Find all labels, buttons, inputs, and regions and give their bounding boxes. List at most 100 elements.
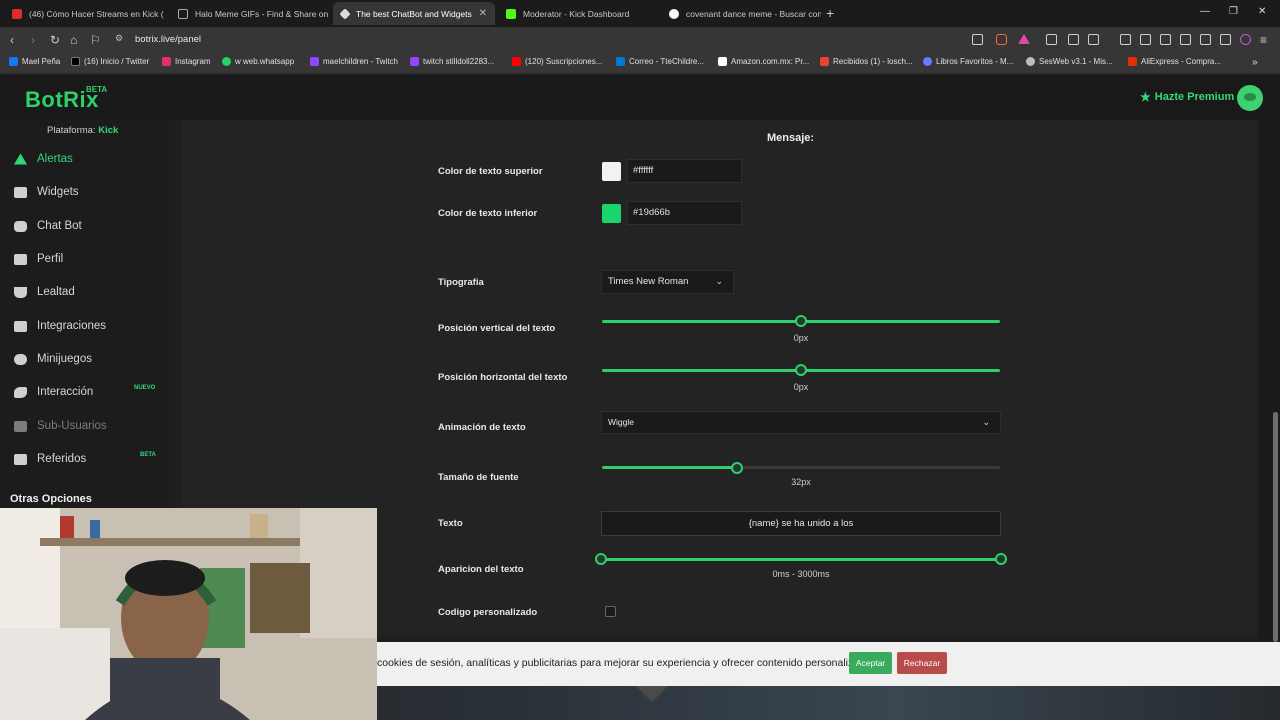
vpn-icon[interactable] [1220, 34, 1231, 45]
bookmark-item[interactable]: (16) Inicio / Twitter [71, 57, 149, 66]
bookmark-item[interactable]: Correo - TteChildre... [616, 57, 704, 66]
browser-tab-kick[interactable]: Moderator - Kick Dashboard [498, 2, 658, 25]
browser-tab-halo[interactable]: Halo Meme GIFs - Find & Share on G [170, 2, 330, 25]
text-label: Texto [438, 518, 463, 529]
brave-rewards-icon[interactable] [1018, 34, 1030, 44]
sidebar-item-label: Integraciones [37, 320, 107, 332]
hpos-label: Posición horizontal del texto [438, 372, 568, 383]
bookmark-label: Mael Peña [22, 57, 61, 66]
bottom-color-input[interactable]: #19d66b [627, 201, 742, 225]
sidebar-icon[interactable] [1160, 34, 1171, 45]
vpos-label: Posición vertical del texto [438, 323, 556, 334]
animation-select[interactable]: Wiggle ⌄ [601, 411, 1001, 434]
accept-button[interactable]: Aceptar [849, 652, 892, 674]
sidebar-item-widgets[interactable]: Widgets [14, 186, 79, 198]
brave-shield-icon[interactable] [996, 34, 1007, 45]
appear-range-start-handle[interactable] [595, 553, 607, 565]
bookmark-icon[interactable]: ⚐ [90, 33, 101, 47]
download-icon[interactable] [1120, 34, 1131, 45]
back-icon[interactable]: ‹ [10, 33, 14, 47]
sidebar-item-alertas[interactable]: Alertas [14, 153, 73, 165]
extensions-icon[interactable] [1068, 34, 1079, 45]
bookmark-label: twitch stilldoll2283... [423, 57, 495, 66]
browser-tab-botrix[interactable]: The best ChatBot and Widgets fo ✕ [333, 2, 495, 25]
bookmark-item[interactable]: AliExpress - Compra... [1128, 57, 1221, 66]
reject-button[interactable]: Rechazar [897, 652, 947, 674]
new-tab-button[interactable]: + [826, 5, 834, 21]
browser-address-bar: ‹ › ↻ ⌂ ⚐ ⚙ botrix.live/panel ≡ [0, 27, 1280, 53]
url-field[interactable]: ⚙ botrix.live/panel [105, 30, 1035, 50]
bookmark-label: Correo - TteChildre... [629, 57, 704, 66]
sidebar-item-label: Perfil [37, 253, 64, 265]
sidebar-item-minijuegos[interactable]: Minijuegos [14, 353, 92, 365]
bottom-color-swatch[interactable] [602, 204, 621, 223]
hpos-slider-handle[interactable] [795, 364, 807, 376]
more-bookmarks-icon[interactable]: » [1252, 57, 1258, 68]
bookmark-item[interactable]: Libros Favoritos - M... [923, 57, 1013, 66]
close-window-icon[interactable]: ✕ [1258, 6, 1266, 17]
avatar[interactable] [1237, 85, 1263, 111]
url-text: botrix.live/panel [135, 34, 202, 45]
bookmark-item[interactable]: Amazon.com.mx: Pr... [718, 57, 809, 66]
sidebar-item-sub-usuarios[interactable]: Sub-Usuarios [14, 420, 107, 432]
home-icon[interactable]: ⌂ [70, 33, 77, 47]
globe-icon [1026, 57, 1035, 66]
sidebar-item-label: Alertas [37, 153, 73, 165]
bookmarks-bar: Mael Peña (16) Inicio / Twitter Instagra… [0, 53, 1280, 74]
font-size-slider-track[interactable] [602, 466, 738, 469]
bookmark-label: w web.whatsapp [235, 57, 295, 66]
profile-icon[interactable] [1240, 34, 1251, 45]
forward-icon[interactable]: › [31, 33, 35, 47]
chevron-down-icon: ⌄ [715, 276, 723, 286]
sidebar-item-referidos[interactable]: Referidos [14, 453, 86, 465]
sidebar-item-perfil[interactable]: Perfil [14, 253, 63, 265]
reload-icon[interactable]: ↻ [50, 33, 60, 47]
vpos-slider-handle[interactable] [795, 315, 807, 327]
platform-indicator: Plataforma: Kick [47, 125, 118, 136]
instagram-icon [162, 57, 171, 66]
share-icon[interactable] [972, 34, 983, 45]
sidebar-item-chatbot[interactable]: Chat Bot [14, 220, 82, 232]
font-select[interactable]: Times New Roman ⌄ [601, 270, 734, 294]
premium-button[interactable]: ★ Hazte Premium [1140, 90, 1234, 104]
custom-code-checkbox[interactable] [605, 606, 616, 617]
aliexpress-icon [1128, 57, 1137, 66]
minimize-icon[interactable]: — [1200, 6, 1210, 17]
appear-range-track[interactable] [601, 558, 1001, 561]
browser-tab-google[interactable]: covenant dance meme - Buscar con G [661, 2, 821, 25]
wallet-icon[interactable] [1180, 34, 1191, 45]
webcam-feed [0, 508, 377, 720]
audio-icon[interactable] [1046, 34, 1057, 45]
bookmark-item[interactable]: maelchildren - Twitch [310, 57, 398, 66]
bookmark-item[interactable]: twitch stilldoll2283... [410, 57, 494, 66]
scrollbar[interactable] [1273, 412, 1278, 642]
platform-value: Kick [98, 125, 119, 136]
text-input[interactable]: {name} se ha unido a los [601, 511, 1001, 536]
maximize-icon[interactable]: ❐ [1229, 6, 1238, 17]
bookmark-item[interactable]: Recibidos (1) - losch... [820, 57, 913, 66]
users-icon [14, 420, 27, 432]
sidebar-item-integraciones[interactable]: Integraciones [14, 320, 106, 332]
top-color-label: Color de texto superior [438, 166, 543, 177]
reader-icon[interactable] [1088, 34, 1099, 45]
browser-tab-youtube[interactable]: (46) Cómo Hacer Streams en Kick (Co [4, 2, 164, 25]
other-options-heading: Otras Opciones [10, 493, 92, 505]
sidebar-item-interaccion[interactable]: Interacción [14, 386, 93, 398]
top-color-input[interactable]: #ffffff [627, 159, 742, 183]
bookmark-item[interactable]: SesWeb v3.1 - Mis... [1026, 57, 1113, 66]
bookmark-item[interactable]: w web.whatsapp [222, 57, 294, 66]
appear-range-end-handle[interactable] [995, 553, 1007, 565]
site-settings-icon[interactable]: ⚙ [115, 33, 123, 44]
close-icon[interactable]: ✕ [473, 8, 487, 19]
cookie-text: cookies de sesión, analíticas y publicit… [377, 657, 874, 669]
menu-icon[interactable]: ≡ [1260, 33, 1267, 47]
leo-icon[interactable] [1200, 34, 1211, 45]
bookmarks-icon[interactable] [1140, 34, 1151, 45]
bookmark-item[interactable]: Instagram [162, 57, 211, 66]
sidebar-item-lealtad[interactable]: Lealtad [14, 286, 75, 298]
bookmark-item[interactable]: Mael Peña [9, 57, 60, 66]
top-color-swatch[interactable] [602, 162, 621, 181]
bookmark-label: (120) Suscripciones... [525, 57, 603, 66]
bookmark-item[interactable]: (120) Suscripciones... [512, 57, 602, 66]
referrals-icon [14, 453, 27, 465]
